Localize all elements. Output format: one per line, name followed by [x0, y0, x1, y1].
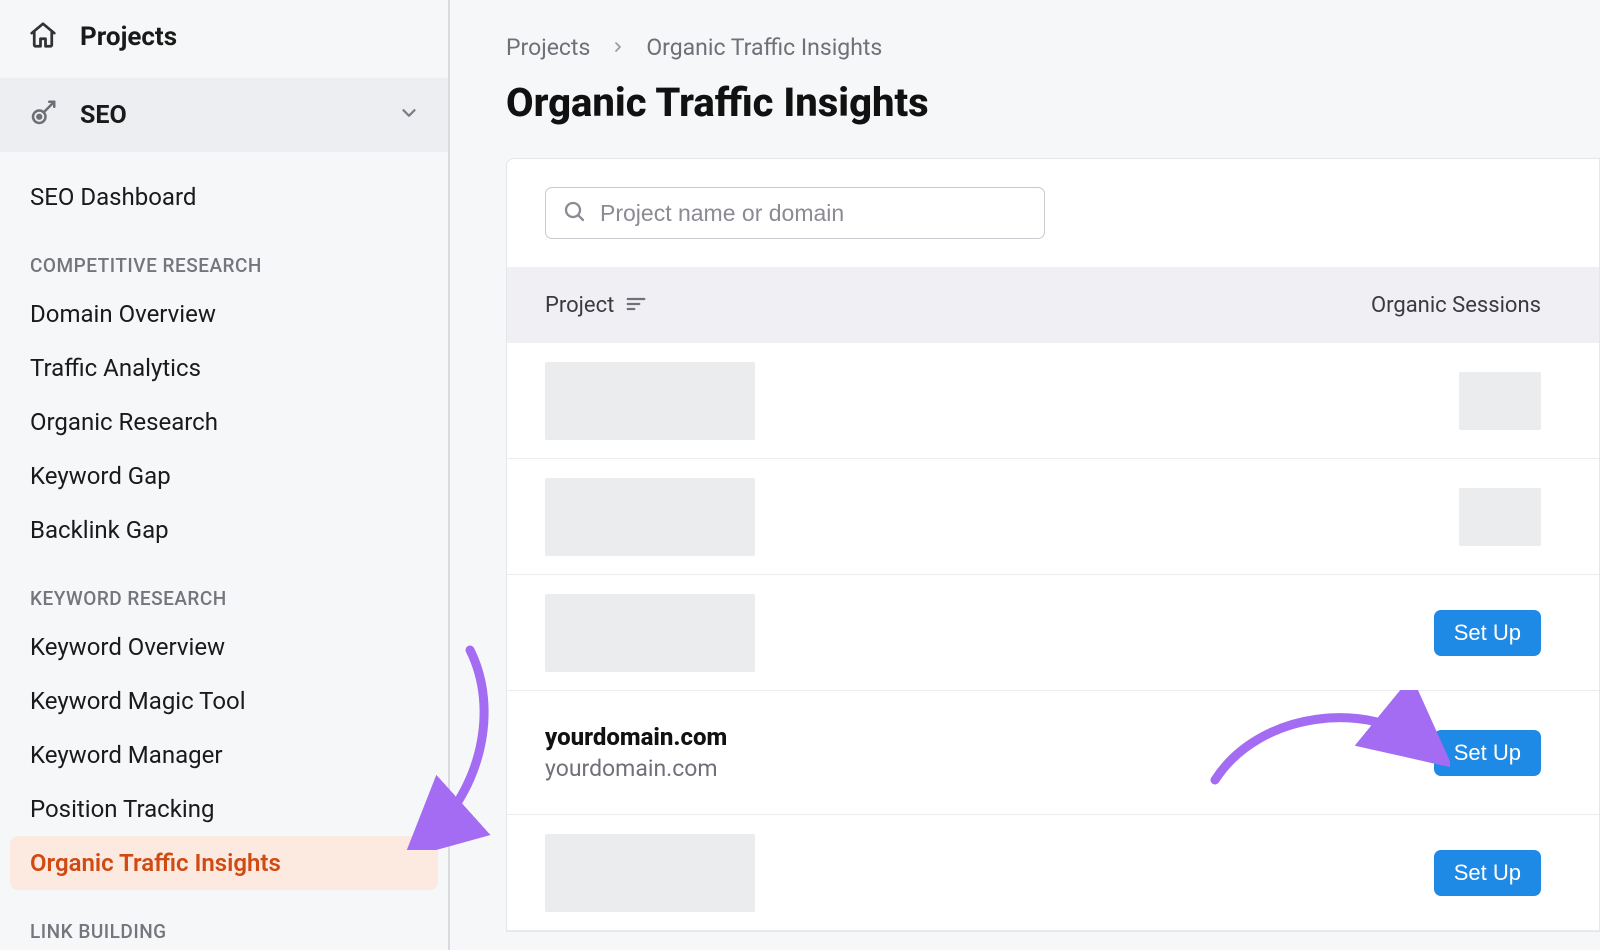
setup-button[interactable]: Set Up: [1434, 730, 1541, 776]
breadcrumb-current: Organic Traffic Insights: [646, 34, 882, 61]
sidebar-section-seo[interactable]: SEO: [0, 78, 448, 152]
main-content: Projects Organic Traffic Insights Organi…: [450, 0, 1600, 950]
table-row: [507, 459, 1599, 575]
sidebar-item-keyword-gap[interactable]: Keyword Gap: [0, 449, 448, 503]
sidebar-item-traffic-analytics[interactable]: Traffic Analytics: [0, 341, 448, 395]
search-input[interactable]: [600, 200, 1028, 227]
project-domain: yourdomain.com: [545, 755, 1301, 782]
table-header: Project Organic Sessions: [507, 267, 1599, 343]
sidebar-item-projects[interactable]: Projects: [0, 0, 448, 78]
sidebar-item-keyword-overview[interactable]: Keyword Overview: [0, 620, 448, 674]
chevron-down-icon: [398, 102, 420, 128]
sort-icon: [626, 293, 646, 318]
setup-button[interactable]: Set Up: [1434, 850, 1541, 896]
column-header-project-label: Project: [545, 293, 614, 318]
placeholder-block: [1459, 488, 1541, 546]
sidebar-seo-label: SEO: [80, 101, 376, 130]
table-row: Set Up: [507, 815, 1599, 931]
page-title: Organic Traffic Insights: [506, 79, 1600, 126]
sidebar: Projects SEO SEO Dashboard COMPETITIVE R…: [0, 0, 450, 950]
sidebar-item-organic-research[interactable]: Organic Research: [0, 395, 448, 449]
placeholder-block: [545, 362, 755, 440]
target-icon: [28, 98, 58, 132]
sidebar-projects-label: Projects: [80, 22, 177, 52]
breadcrumb-root[interactable]: Projects: [506, 34, 590, 61]
sidebar-group-keyword: KEYWORD RESEARCH: [0, 557, 448, 620]
setup-button[interactable]: Set Up: [1434, 610, 1541, 656]
column-header-sessions[interactable]: Organic Sessions: [1301, 293, 1561, 318]
sidebar-item-organic-traffic-insights[interactable]: Organic Traffic Insights: [10, 836, 438, 890]
search-input-wrap[interactable]: [545, 187, 1045, 239]
home-icon: [28, 20, 58, 54]
project-name[interactable]: yourdomain.com: [545, 723, 1301, 751]
sidebar-group-competitive: COMPETITIVE RESEARCH: [0, 224, 448, 287]
table-row: Set Up: [507, 575, 1599, 691]
search-icon: [562, 199, 586, 227]
table-row: [507, 343, 1599, 459]
chevron-right-icon: [610, 34, 626, 61]
placeholder-block: [545, 594, 755, 672]
breadcrumb: Projects Organic Traffic Insights: [506, 34, 1600, 61]
sidebar-item-position-tracking[interactable]: Position Tracking: [0, 782, 448, 836]
sidebar-item-domain-overview[interactable]: Domain Overview: [0, 287, 448, 341]
sidebar-item-seo-dashboard[interactable]: SEO Dashboard: [0, 170, 448, 224]
column-header-project[interactable]: Project: [545, 293, 1301, 318]
placeholder-block: [1459, 372, 1541, 430]
table-row-yourdomain: yourdomain.com yourdomain.com Set Up: [507, 691, 1599, 815]
placeholder-block: [545, 478, 755, 556]
sidebar-item-keyword-magic-tool[interactable]: Keyword Magic Tool: [0, 674, 448, 728]
sidebar-group-link: LINK BUILDING: [0, 890, 448, 950]
projects-card: Project Organic Sessions Set Up: [506, 158, 1600, 932]
placeholder-block: [545, 834, 755, 912]
sidebar-item-backlink-gap[interactable]: Backlink Gap: [0, 503, 448, 557]
sidebar-item-keyword-manager[interactable]: Keyword Manager: [0, 728, 448, 782]
